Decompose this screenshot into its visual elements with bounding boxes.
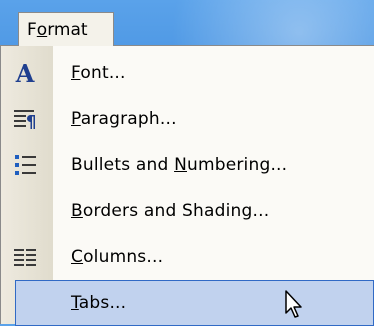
menu-item-label: Font...: [71, 63, 126, 83]
menu-item-label: Borders and Shading...: [71, 201, 270, 221]
columns-icon: [7, 239, 43, 275]
font-A-icon: A: [15, 58, 35, 88]
menu-item-label: Paragraph...: [71, 109, 177, 129]
format-menu-title-mnemonic: o: [36, 19, 48, 40]
menu-item-label: Bullets and Numbering...: [71, 155, 288, 175]
menu-item-paragraph[interactable]: Paragraph...: [1, 96, 374, 142]
menu-items: A Font... Paragraph... Bullets and Numbe…: [1, 50, 374, 326]
menu-item-columns[interactable]: Columns...: [1, 234, 374, 280]
format-menu-title[interactable]: Fo rmat: [18, 12, 114, 46]
menu-item-bullets-and-numbering[interactable]: Bullets and Numbering...: [1, 142, 374, 188]
paragraph-icon: [7, 101, 43, 137]
menu-item-borders-and-shading[interactable]: Borders and Shading...: [1, 188, 374, 234]
menu-item-label: Tabs...: [71, 293, 127, 313]
format-dropdown-menu: A Font... Paragraph... Bullets and Numbe…: [0, 45, 374, 326]
menu-item-tabs[interactable]: Tabs...: [15, 280, 374, 326]
menu-item-label: Columns...: [71, 247, 164, 267]
menu-item-font[interactable]: A Font...: [1, 50, 374, 96]
bullets-icon: [7, 147, 43, 183]
format-menu-title-prefix: F: [27, 19, 37, 40]
mouse-pointer-icon: [285, 290, 302, 318]
format-menu-title-suffix: rmat: [47, 19, 88, 40]
